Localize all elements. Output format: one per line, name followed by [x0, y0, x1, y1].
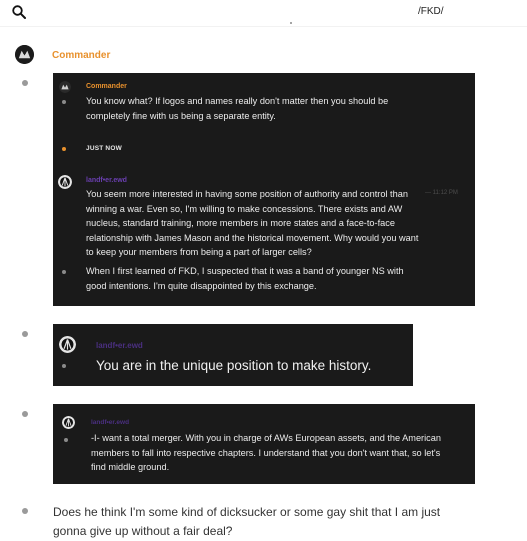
commander-avatar[interactable] — [15, 45, 34, 64]
message-text: You know what? If logos and names really… — [86, 96, 389, 121]
author-name: landf•er.ewd — [91, 419, 130, 426]
author-name: Commander — [86, 83, 127, 90]
message-bullet — [62, 270, 66, 274]
search-icon[interactable] — [12, 5, 26, 19]
quoted-screenshot: landf•er.ewd -I- want a total merger. Wi… — [53, 404, 475, 484]
message-text: When I first learned of FKD, I suspected… — [86, 266, 404, 291]
author-name[interactable]: Commander — [52, 50, 110, 61]
message-bullet — [22, 331, 28, 337]
message-text: -I- want a total merger. With you in cha… — [91, 433, 441, 472]
quoted-screenshot-thread: Commander You know what? If logos and na… — [53, 73, 475, 306]
message-text: You seem more interested in having some … — [86, 189, 419, 257]
message-bullet — [62, 364, 66, 368]
top-bar: /FKD/ — [0, 0, 527, 24]
message-bullet — [22, 80, 28, 86]
quoted-screenshot: landf•er.ewd You are in the unique posit… — [53, 324, 413, 386]
author-name: landf•er.ewd — [96, 341, 143, 350]
author-name: landf•er.ewd — [86, 177, 127, 184]
status-dot — [62, 147, 66, 151]
message-text: Does he think I'm some kind of dicksucke… — [53, 505, 441, 538]
commander-avatar — [59, 81, 71, 93]
message-bullet — [22, 411, 28, 417]
separator-dot — [290, 22, 292, 24]
message-bullet — [64, 438, 68, 442]
landfer-avatar — [59, 336, 76, 353]
message-bullet — [62, 100, 66, 104]
landfer-avatar — [58, 175, 72, 189]
message-bullet — [22, 508, 28, 514]
top-divider — [0, 26, 527, 27]
timestamp: — 11:12 PM — [425, 190, 458, 196]
status-label: JUST NOW — [86, 145, 122, 152]
message-text: You are in the unique position to make h… — [96, 358, 372, 373]
landfer-avatar — [62, 416, 75, 429]
channel-name[interactable]: /FKD/ — [418, 6, 444, 17]
